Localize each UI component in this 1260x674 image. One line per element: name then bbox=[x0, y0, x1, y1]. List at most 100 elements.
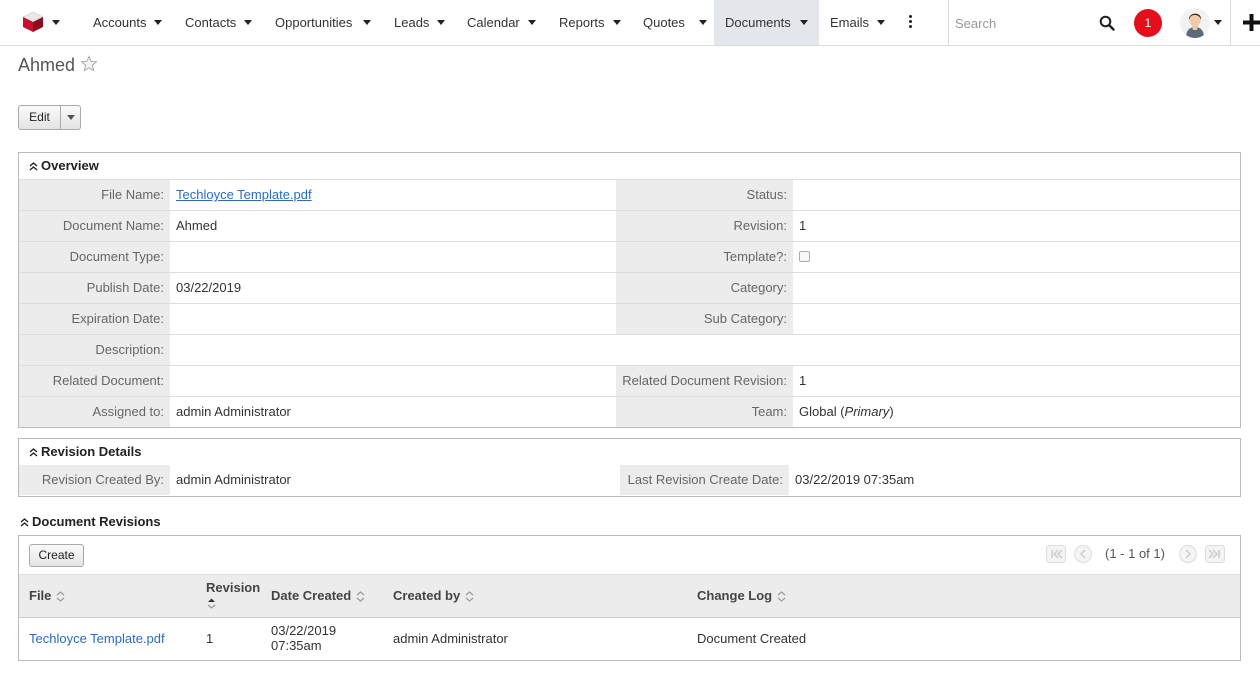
last-page-icon[interactable] bbox=[1205, 545, 1225, 563]
detail-row: Description: bbox=[19, 334, 1240, 365]
column-revision[interactable]: Revision bbox=[206, 580, 260, 610]
column-date-created-label: Date Created bbox=[271, 588, 352, 603]
edit-actions-dropdown[interactable] bbox=[61, 106, 80, 129]
chevron-down-icon[interactable] bbox=[363, 20, 371, 25]
document-revisions-title: Document Revisions bbox=[32, 514, 161, 529]
chevron-down-icon[interactable] bbox=[800, 20, 808, 25]
avatar bbox=[1180, 8, 1210, 38]
revision-date: 03/22/2019 bbox=[271, 623, 337, 638]
chevron-down-icon[interactable] bbox=[244, 20, 252, 25]
page-title: Ahmed bbox=[18, 55, 76, 75]
column-created-by-label: Created by bbox=[393, 588, 461, 603]
chevron-down-icon[interactable] bbox=[528, 20, 536, 25]
nav-contacts[interactable]: Contacts bbox=[185, 0, 263, 45]
sort-icon bbox=[777, 591, 786, 602]
team-primary-marker: Primary bbox=[844, 404, 890, 419]
nav-quotes[interactable]: Quotes bbox=[643, 0, 711, 45]
publish-date-value: 03/22/2019 bbox=[176, 280, 242, 295]
nav-opportunities-label: Opportunities bbox=[275, 15, 353, 30]
related-document-revision-value: 1 bbox=[799, 373, 807, 388]
file-name-link[interactable]: Techloyce Template.pdf bbox=[176, 187, 312, 202]
first-page-icon[interactable] bbox=[1046, 545, 1066, 563]
chevron-down-icon[interactable] bbox=[437, 20, 445, 25]
detail-row: Revision Created By: admin Administrator… bbox=[19, 465, 1240, 496]
file-name-label: File Name: bbox=[19, 180, 170, 210]
related-document-label: Related Document: bbox=[19, 366, 170, 396]
related-document-revision-label: Related Document Revision: bbox=[616, 366, 793, 396]
edit-button[interactable]: Edit bbox=[19, 106, 60, 129]
create-revision-button[interactable]: Create bbox=[29, 544, 84, 567]
column-change-log[interactable]: Change Log bbox=[697, 588, 786, 603]
previous-page-icon[interactable] bbox=[1073, 545, 1093, 563]
nav-emails[interactable]: Emails bbox=[830, 0, 892, 45]
favorite-star-icon[interactable] bbox=[80, 55, 98, 73]
detail-row: Assigned to: admin Administrator Team: G… bbox=[19, 396, 1240, 427]
notifications-badge[interactable]: 1 bbox=[1134, 9, 1162, 37]
next-page-icon[interactable] bbox=[1178, 545, 1198, 563]
user-menu[interactable] bbox=[1180, 8, 1224, 38]
assigned-to-label: Assigned to: bbox=[19, 397, 170, 427]
nav-emails-label: Emails bbox=[830, 15, 870, 30]
file-name-value: Techloyce Template.pdf bbox=[170, 180, 616, 210]
nav-leads[interactable]: Leads bbox=[394, 0, 452, 45]
document-revisions-header[interactable]: Document Revisions bbox=[20, 512, 161, 532]
nav-reports-label: Reports bbox=[559, 15, 605, 30]
nav-accounts[interactable]: Accounts bbox=[93, 0, 173, 45]
column-file[interactable]: File bbox=[29, 588, 65, 603]
sort-icon bbox=[207, 598, 216, 609]
nav-reports[interactable]: Reports bbox=[559, 0, 629, 45]
sort-icon bbox=[57, 591, 65, 602]
overview-panel-header[interactable]: Overview bbox=[19, 153, 99, 179]
revision-details-title: Revision Details bbox=[41, 444, 142, 459]
detail-row: Related Document: Related Document Revis… bbox=[19, 365, 1240, 396]
divider bbox=[1230, 0, 1231, 45]
category-label: Category: bbox=[616, 273, 793, 303]
nav-calendar[interactable]: Calendar bbox=[467, 0, 547, 45]
document-revisions-panel: Create (1 - 1 of 1) File Revision Date C… bbox=[18, 535, 1241, 661]
expiration-date-label: Expiration Date: bbox=[19, 304, 170, 334]
revision-file-link[interactable]: Techloyce Template.pdf bbox=[29, 631, 165, 646]
detail-row: Publish Date: 03/22/2019 Category: bbox=[19, 272, 1240, 303]
document-type-label: Document Type: bbox=[19, 242, 170, 272]
quick-create-plus-icon[interactable] bbox=[1243, 14, 1260, 31]
status-label: Status: bbox=[616, 180, 793, 210]
nav-quotes-label: Quotes bbox=[643, 15, 685, 30]
search-input[interactable] bbox=[955, 12, 1085, 34]
cube-logo-icon bbox=[22, 11, 44, 32]
team-label: Team: bbox=[616, 397, 793, 427]
chevron-down-icon[interactable] bbox=[877, 20, 885, 25]
template-label: Template?: bbox=[616, 242, 793, 272]
chevron-down-icon[interactable] bbox=[154, 20, 162, 25]
revision-details-panel-header[interactable]: Revision Details bbox=[19, 439, 141, 465]
document-name-label: Document Name: bbox=[19, 211, 170, 241]
top-navigation-bar: Accounts Contacts Opportunities Leads Ca… bbox=[0, 0, 1260, 46]
last-revision-create-date-value: 03/22/2019 07:35am bbox=[795, 472, 915, 487]
column-date-created[interactable]: Date Created bbox=[271, 588, 365, 603]
more-modules-icon[interactable] bbox=[902, 12, 918, 32]
column-file-label: File bbox=[29, 588, 52, 603]
app-logo-menu[interactable] bbox=[20, 10, 64, 36]
expiration-date-value bbox=[170, 304, 616, 334]
sub-category-label: Sub Category: bbox=[616, 304, 793, 334]
pagination-range: (1 - 1 of 1) bbox=[1105, 546, 1165, 561]
revision-details-panel: Revision Details Revision Created By: ad… bbox=[18, 438, 1241, 497]
column-created-by[interactable]: Created by bbox=[393, 588, 474, 603]
nav-documents-label: Documents bbox=[725, 15, 791, 30]
search-icon[interactable] bbox=[1099, 15, 1115, 31]
revision-change-log-cell: Document Created bbox=[697, 631, 807, 646]
sub-category-value bbox=[793, 304, 1240, 334]
status-value bbox=[793, 180, 1240, 210]
chevron-down-icon[interactable] bbox=[613, 20, 621, 25]
description-label: Description: bbox=[19, 335, 170, 365]
revisions-table-header: File Revision Date Created Created by Ch… bbox=[19, 574, 1240, 618]
template-checkbox bbox=[799, 251, 810, 262]
document-type-value bbox=[170, 242, 616, 272]
detail-row: File Name: Techloyce Template.pdf Status… bbox=[19, 179, 1240, 210]
collapse-icon bbox=[20, 518, 29, 527]
nav-calendar-label: Calendar bbox=[467, 15, 520, 30]
nav-documents[interactable]: Documents bbox=[714, 0, 819, 45]
overview-panel: Overview File Name: Techloyce Template.p… bbox=[18, 152, 1241, 428]
revision-created-by-label: Revision Created By: bbox=[19, 465, 170, 495]
chevron-down-icon[interactable] bbox=[699, 20, 707, 25]
nav-opportunities[interactable]: Opportunities bbox=[275, 0, 380, 45]
